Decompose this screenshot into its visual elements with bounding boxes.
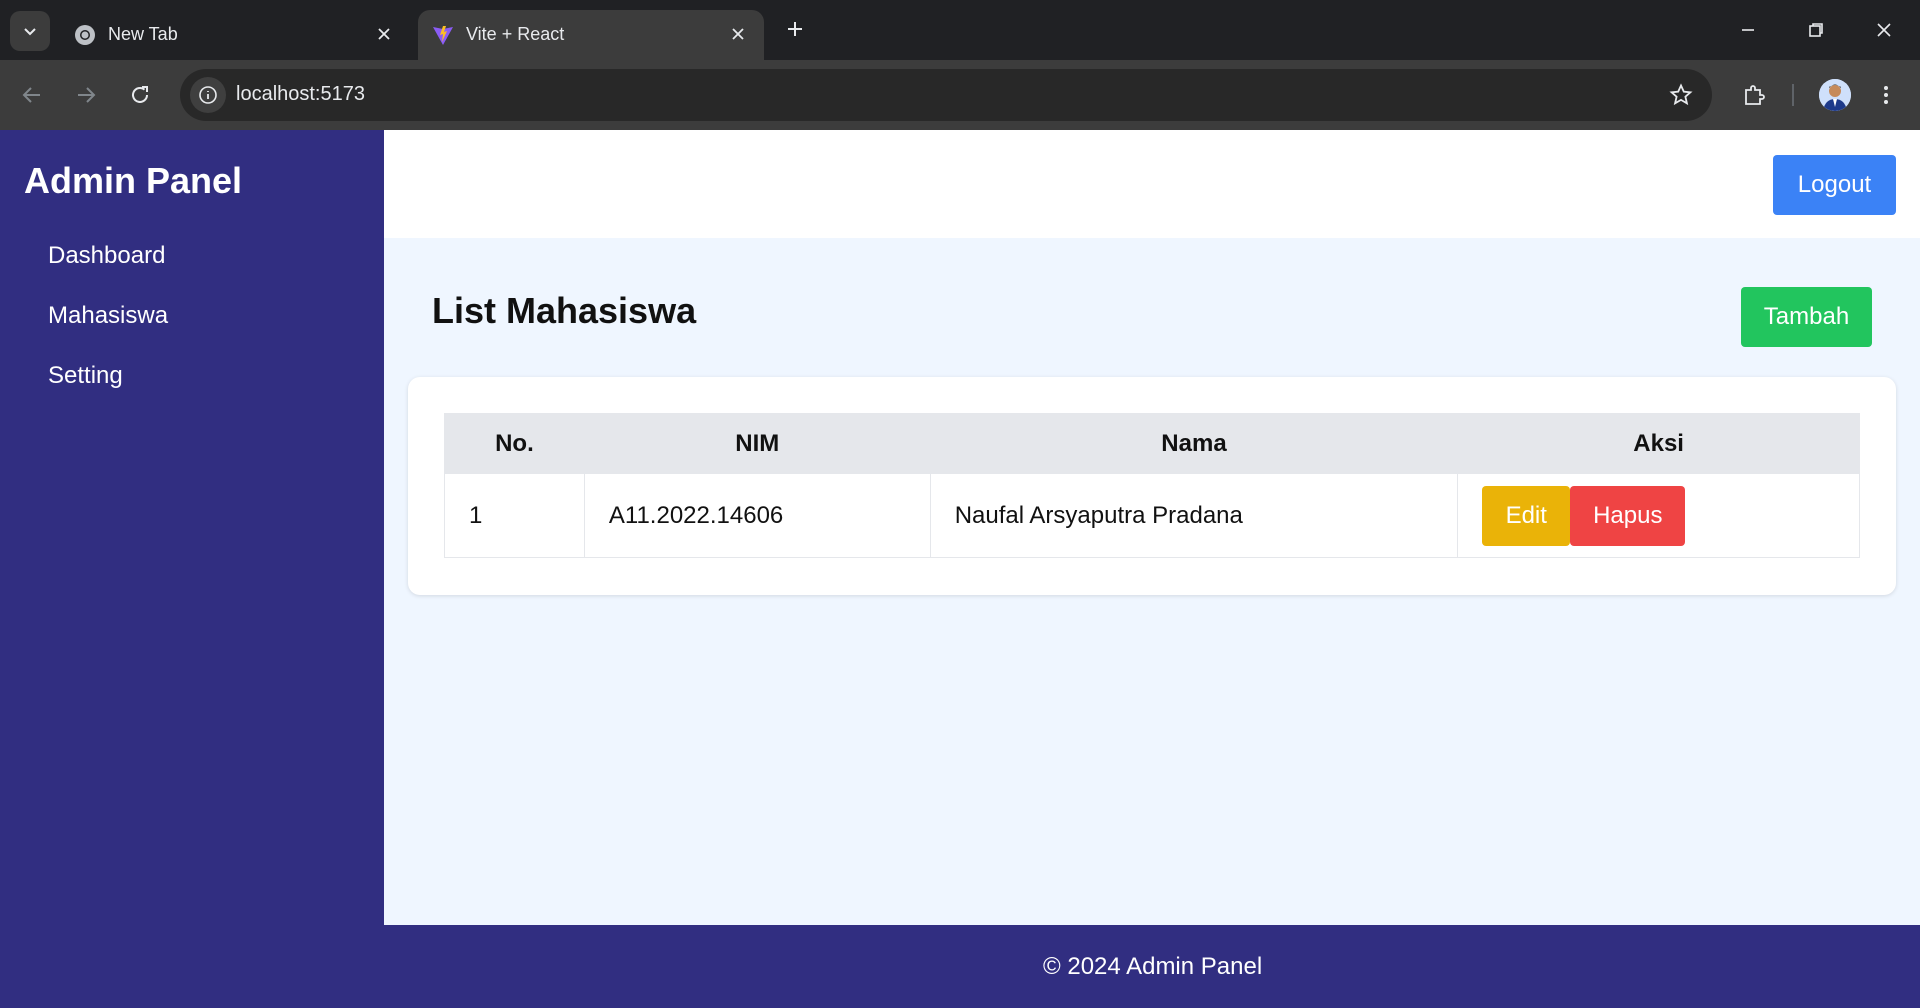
browser-menu-button[interactable] <box>1868 77 1904 113</box>
sidebar-item-dashboard[interactable]: Dashboard <box>48 242 165 270</box>
avatar[interactable] <box>1819 79 1851 111</box>
toolbar-divider <box>1792 84 1794 106</box>
restore-button[interactable] <box>1796 12 1836 48</box>
extensions-button[interactable] <box>1736 77 1772 113</box>
browser-tab-bar: New Tab Vite + React <box>0 0 1920 60</box>
cell-nama: Naufal Arsyaputra Pradana <box>929 473 1459 558</box>
close-tab-icon[interactable] <box>726 22 750 46</box>
browser-toolbar: localhost:5173 <box>0 60 1920 130</box>
close-icon <box>1877 23 1891 37</box>
tab-search-button[interactable] <box>10 11 50 51</box>
table-header-row: No. NIM Nama Aksi <box>444 413 1860 474</box>
cell-nim: A11.2022.14606 <box>583 473 931 558</box>
plus-icon <box>788 22 802 36</box>
footer: © 2024 Admin Panel <box>0 925 1920 1008</box>
logout-button[interactable]: Logout <box>1773 155 1896 215</box>
tab-new-tab[interactable]: New Tab <box>60 10 410 60</box>
column-header-nama: Nama <box>929 413 1459 474</box>
arrow-right-icon <box>78 87 96 103</box>
sidebar: Admin Panel Dashboard Mahasiswa Setting <box>0 130 384 925</box>
reload-icon <box>132 86 148 103</box>
puzzle-icon <box>1745 85 1765 105</box>
page-title: List Mahasiswa <box>432 290 697 331</box>
vite-icon <box>433 26 453 45</box>
address-bar[interactable]: localhost:5173 <box>180 69 1712 121</box>
site-info-icon[interactable] <box>190 77 226 113</box>
brand-title: Admin Panel <box>24 160 243 201</box>
url-text: localhost:5173 <box>236 83 365 105</box>
footer-text: © 2024 Admin Panel <box>1043 953 1263 980</box>
add-button[interactable]: Tambah <box>1741 287 1872 347</box>
chevron-down-icon <box>24 28 36 36</box>
bookmark-star-icon[interactable] <box>1668 82 1694 108</box>
edit-button[interactable]: Edit <box>1482 485 1571 546</box>
chrome-icon <box>75 25 95 45</box>
close-tab-icon[interactable] <box>372 22 396 46</box>
restore-icon <box>1809 23 1823 37</box>
close-window-button[interactable] <box>1864 12 1904 48</box>
table-card: No. NIM Nama Aksi 1 A11.2022.14606 Naufa… <box>408 377 1896 595</box>
back-button[interactable] <box>14 77 50 113</box>
arrow-left-icon <box>22 87 40 103</box>
tab-title: New Tab <box>108 24 178 44</box>
tab-title: Vite + React <box>466 24 565 44</box>
sidebar-item-mahasiswa[interactable]: Mahasiswa <box>48 302 168 330</box>
sidebar-item-setting[interactable]: Setting <box>48 362 123 390</box>
profile-avatar-icon <box>1819 79 1851 111</box>
column-header-no: No. <box>444 413 585 474</box>
forward-button[interactable] <box>68 77 104 113</box>
page-viewport: Admin Panel Dashboard Mahasiswa Setting … <box>0 130 1920 1008</box>
more-vertical-icon <box>1884 86 1888 104</box>
delete-button[interactable]: Hapus <box>1570 485 1686 546</box>
cell-aksi: Edit Hapus <box>1457 473 1860 558</box>
cell-no: 1 <box>444 473 585 558</box>
table-row: 1 A11.2022.14606 Naufal Arsyaputra Prada… <box>444 473 1860 558</box>
column-header-aksi: Aksi <box>1457 413 1860 474</box>
top-header: Logout <box>384 130 1920 238</box>
mahasiswa-table: No. NIM Nama Aksi 1 A11.2022.14606 Naufa… <box>444 413 1860 558</box>
reload-button[interactable] <box>122 77 158 113</box>
tab-vite-react[interactable]: Vite + React <box>418 10 764 60</box>
new-tab-button[interactable] <box>780 14 810 44</box>
minimize-icon <box>1742 29 1754 31</box>
minimize-button[interactable] <box>1728 12 1768 48</box>
column-header-nim: NIM <box>583 413 931 474</box>
